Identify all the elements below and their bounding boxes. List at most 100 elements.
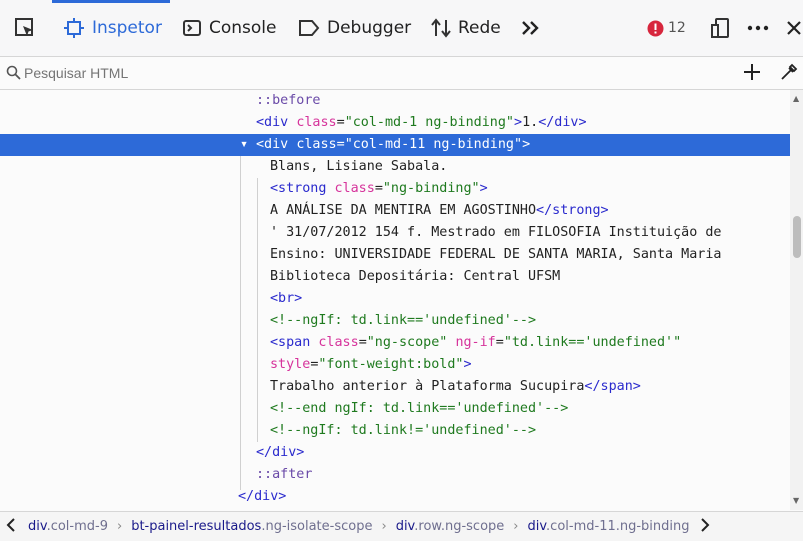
breadcrumb-scroll-right-button[interactable]	[700, 517, 710, 536]
breadcrumb-item[interactable]: div.row.ng-scope	[396, 519, 505, 534]
search-icon	[6, 65, 21, 84]
tag-close: </strong>	[536, 203, 609, 218]
element-picker-icon	[14, 17, 36, 39]
error-icon	[647, 20, 664, 37]
scrollbar-thumb[interactable]	[793, 216, 801, 258]
add-node-button[interactable]	[740, 60, 764, 84]
tree-text-node[interactable]: Blans, Lisiane Sabala.	[0, 156, 790, 178]
network-icon	[430, 18, 452, 38]
tree-comment-node[interactable]: <!--ngIf: td.link=='undefined'-->	[0, 310, 790, 332]
attr-name: class	[318, 335, 359, 350]
close-icon	[786, 18, 803, 38]
responsive-design-button[interactable]	[710, 14, 732, 42]
breadcrumb-item[interactable]: div.col-md-9	[28, 519, 108, 534]
pseudo-element: ::before	[256, 93, 321, 108]
tag-close: </div>	[538, 115, 587, 130]
tag-close: </div>	[238, 489, 287, 504]
tree-comment-node[interactable]: <!--end ngIf: td.link=='undefined'-->	[0, 398, 790, 420]
element-picker-button[interactable]	[14, 14, 36, 42]
breadcrumb-separator-icon: ›	[116, 519, 123, 534]
expand-arrow-icon[interactable]: ▾	[240, 134, 248, 156]
tag-open: <strong	[270, 181, 327, 196]
node-text: Biblioteca Depositária: Central UFSM	[270, 269, 561, 284]
node-text: A ANÁLISE DA MENTIRA EM AGOSTINHO	[270, 203, 537, 218]
plus-icon	[744, 64, 760, 80]
tree-node-before[interactable]: ::before	[0, 90, 790, 112]
search-bar	[0, 57, 803, 90]
breadcrumb-item[interactable]: bt-painel-resultados.ng-isolate-scope	[131, 519, 372, 534]
tree-text-node[interactable]: Trabalho anterior à Plataforma Sucupira<…	[0, 376, 790, 398]
attr-value: "col-md-1 ng-binding"	[344, 115, 514, 130]
attr-value: "td.link=='undefined'"	[503, 335, 682, 350]
node-text: Blans, Lisiane Sabala.	[270, 159, 448, 174]
node-text: Trabalho anterior à Plataforma Sucupira	[270, 379, 585, 394]
comment-text: <!--ngIf: td.link=='undefined'-->	[270, 313, 537, 328]
tree-comment-node[interactable]: <!--ngIf: td.link!='undefined'-->	[0, 420, 790, 442]
tag-close: </div>	[256, 445, 305, 460]
tree-node-div-col-md-11-selected[interactable]: ▾ <div class="col-md-11 ng-binding">	[0, 134, 790, 156]
comment-text: <!--ngIf: td.link!='undefined'-->	[270, 423, 537, 438]
tree-node-br[interactable]: <br>	[0, 288, 790, 310]
attr-value: "col-md-11 ng-binding"	[344, 137, 523, 152]
error-count: 12	[668, 20, 686, 36]
tree-node-parent-div-close[interactable]: </div>	[0, 486, 790, 508]
tree-text-node[interactable]: ' 31/07/2012 154 f. Mestrado em FILOSOFI…	[0, 222, 790, 244]
debugger-icon	[298, 18, 320, 38]
eyedropper-icon	[781, 63, 798, 80]
tree-text-node[interactable]: Ensino: UNIVERSIDADE FEDERAL DE SANTA MA…	[0, 244, 790, 266]
chevron-left-icon	[6, 517, 15, 532]
devtools-toolbar: Inspetor Console Debugger Rede 12	[0, 0, 803, 57]
tab-debugger[interactable]: Debugger	[298, 14, 411, 42]
node-text: Ensino: UNIVERSIDADE FEDERAL DE SANTA MA…	[270, 247, 722, 262]
scroll-down-icon[interactable]: ▼	[793, 496, 799, 505]
attr-name: class	[296, 137, 337, 152]
tab-label: Console	[209, 18, 277, 38]
breadcrumb-scroll-left-button[interactable]	[6, 517, 16, 536]
tree-node-strong[interactable]: <strong class="ng-binding">	[0, 178, 790, 200]
ellipsis-icon	[747, 18, 769, 38]
tree-node-span[interactable]: <span class="ng-scope" ng-if="td.link=='…	[0, 332, 790, 354]
menu-button[interactable]	[747, 14, 769, 42]
tab-label: Inspetor	[92, 18, 162, 38]
tree-text-node[interactable]: Biblioteca Depositária: Central UFSM	[0, 266, 790, 288]
tab-inspetor[interactable]: Inspetor	[64, 14, 162, 42]
tab-console[interactable]: Console	[182, 14, 277, 42]
breadcrumb: div.col-md-9 › bt-painel-resultados.ng-i…	[0, 511, 803, 541]
tree-text-node[interactable]: A ANÁLISE DA MENTIRA EM AGOSTINHO</stron…	[0, 200, 790, 222]
tree-node-div-col-md-1[interactable]: <div class="col-md-1 ng-binding">1.</div…	[0, 112, 790, 134]
breadcrumb-item-current[interactable]: div.col-md-11.ng-binding	[527, 519, 689, 534]
tab-rede[interactable]: Rede	[430, 14, 501, 42]
search-input[interactable]	[22, 62, 706, 84]
scroll-up-icon[interactable]: ▲	[793, 94, 799, 103]
attr-name: ng-if	[455, 335, 496, 350]
tag-open: <br>	[270, 291, 303, 306]
attr-value: "ng-scope"	[366, 335, 448, 350]
comment-text: <!--end ngIf: td.link=='undefined'-->	[270, 401, 569, 416]
console-icon	[182, 18, 202, 38]
more-tabs-button[interactable]	[520, 14, 542, 42]
node-text: 1.	[522, 115, 539, 130]
tree-node-after[interactable]: ::after	[0, 464, 790, 486]
eyedropper-button[interactable]	[778, 61, 800, 83]
tag-close: </span>	[584, 379, 641, 394]
attr-name: style	[270, 357, 311, 372]
pseudo-element: ::after	[256, 467, 313, 482]
error-count-button[interactable]: 12	[647, 14, 686, 42]
breadcrumb-separator-icon: ›	[513, 519, 519, 534]
breadcrumb-separator-icon: ›	[381, 519, 387, 534]
tag-open: <div	[256, 137, 289, 152]
close-button[interactable]	[786, 14, 803, 42]
attr-value: "font-weight:bold"	[318, 357, 464, 372]
tab-label: Rede	[458, 18, 501, 38]
tree-node-span-cont[interactable]: style="font-weight:bold">	[0, 354, 790, 376]
vertical-scrollbar[interactable]: ▲ ▼	[790, 90, 803, 510]
tree-node-div-close[interactable]: </div>	[0, 442, 790, 464]
inspector-icon	[64, 18, 84, 38]
chevron-double-right-icon	[520, 18, 542, 38]
markup-tree: ::before <div class="col-md-1 ng-binding…	[0, 90, 790, 510]
attr-name: class	[334, 181, 375, 196]
attr-value: "ng-binding"	[382, 181, 480, 196]
attr-name: class	[296, 115, 337, 130]
tag-open: <span	[270, 335, 311, 350]
active-tab-indicator	[52, 0, 170, 3]
